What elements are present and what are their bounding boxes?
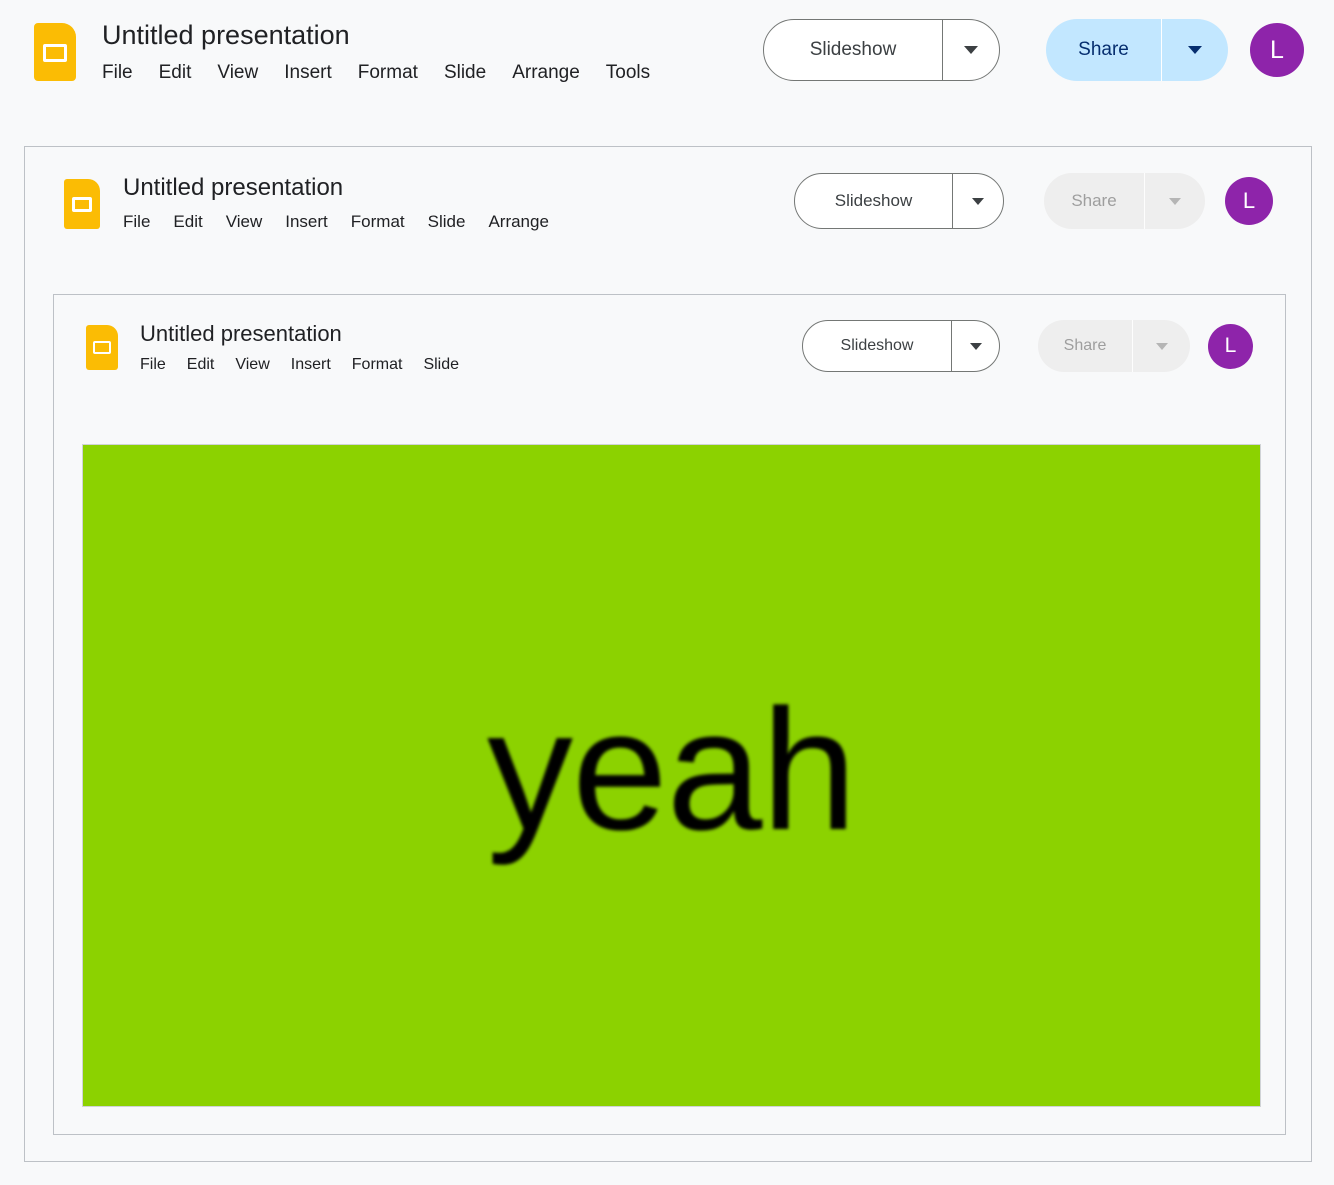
slide-text-box[interactable]: yeah [487,684,857,856]
share-button-label[interactable]: Share [1046,19,1161,81]
chevron-down-icon [1188,46,1202,54]
slideshow-button[interactable]: Slideshow [763,19,1000,81]
slides-window-level-3: Untitled presentation File Edit View Ins… [53,294,1286,1135]
title-and-menu-level-2: Untitled presentation File Edit View Ins… [123,173,549,232]
title-and-menu-level-3: Untitled presentation File Edit View Ins… [140,320,459,374]
slide-canvas[interactable]: yeah [82,444,1261,1107]
chevron-down-icon [964,46,978,54]
menu-bar-level-2: File Edit View Insert Format Slide Arran… [123,212,549,232]
menu-item-view[interactable]: View [226,212,263,232]
share-button-label[interactable]: Share [1044,173,1144,229]
menu-item-format[interactable]: Format [351,212,405,232]
menu-item-tools[interactable]: Tools [606,62,650,84]
menu-item-file[interactable]: File [123,212,150,232]
header-actions-level-1: Slideshow Share L [763,19,1304,81]
menu-item-edit[interactable]: Edit [187,356,215,374]
slideshow-dropdown-button[interactable] [943,20,999,80]
share-button[interactable]: Share [1046,19,1228,81]
page-title[interactable]: Untitled presentation [140,320,459,348]
menu-item-insert[interactable]: Insert [284,62,332,84]
slideshow-button-label[interactable]: Slideshow [764,20,942,80]
page-title[interactable]: Untitled presentation [123,173,549,203]
menu-item-slide[interactable]: Slide [423,356,459,374]
slides-window-level-2: Untitled presentation File Edit View Ins… [24,146,1312,1162]
slideshow-button-label[interactable]: Slideshow [795,174,952,228]
slideshow-button-label[interactable]: Slideshow [803,321,951,371]
menu-item-insert[interactable]: Insert [285,212,328,232]
header-actions-level-2: Slideshow Share L [794,173,1273,229]
chevron-down-icon [1169,197,1181,205]
app-header-level-2: Untitled presentation File Edit View Ins… [25,147,1311,232]
slides-logo-icon[interactable] [0,0,76,81]
share-dropdown-button[interactable] [1133,320,1190,372]
header-actions-level-3: Slideshow Share L [802,320,1253,372]
share-button[interactable]: Share [1038,320,1190,372]
menu-bar-level-1: File Edit View Insert Format Slide Arran… [102,62,650,84]
slideshow-button[interactable]: Slideshow [794,173,1004,229]
page-title[interactable]: Untitled presentation [102,18,650,52]
menu-item-insert[interactable]: Insert [291,356,331,374]
chevron-down-icon [1155,342,1168,350]
app-header-level-3: Untitled presentation File Edit View Ins… [54,295,1285,374]
slides-logo-icon[interactable] [25,147,100,229]
slides-logo-icon[interactable] [54,295,118,370]
menu-item-arrange[interactable]: Arrange [488,212,548,232]
menu-item-edit[interactable]: Edit [159,62,192,84]
slideshow-dropdown-button[interactable] [952,321,999,371]
share-dropdown-button[interactable] [1145,173,1205,229]
share-button[interactable]: Share [1044,173,1205,229]
menu-item-file[interactable]: File [102,62,133,84]
menu-item-format[interactable]: Format [358,62,418,84]
chevron-down-icon [972,197,984,205]
menu-item-format[interactable]: Format [352,356,403,374]
title-and-menu-level-1: Untitled presentation File Edit View Ins… [102,18,650,84]
slideshow-button[interactable]: Slideshow [802,320,1000,372]
menu-item-slide[interactable]: Slide [428,212,466,232]
menu-item-view[interactable]: View [217,62,258,84]
chevron-down-icon [969,342,982,350]
menu-item-arrange[interactable]: Arrange [512,62,580,84]
menu-item-view[interactable]: View [235,356,269,374]
share-dropdown-button[interactable] [1162,19,1228,81]
share-button-label[interactable]: Share [1038,320,1132,372]
avatar[interactable]: L [1250,23,1304,77]
slides-window-level-1: Untitled presentation File Edit View Ins… [0,0,1334,1162]
menu-item-edit[interactable]: Edit [173,212,202,232]
avatar[interactable]: L [1225,177,1273,225]
app-header-level-1: Untitled presentation File Edit View Ins… [0,0,1334,84]
slideshow-dropdown-button[interactable] [953,174,1003,228]
menu-item-file[interactable]: File [140,356,166,374]
menu-item-slide[interactable]: Slide [444,62,486,84]
menu-bar-level-3: File Edit View Insert Format Slide [140,356,459,374]
avatar[interactable]: L [1208,323,1253,369]
